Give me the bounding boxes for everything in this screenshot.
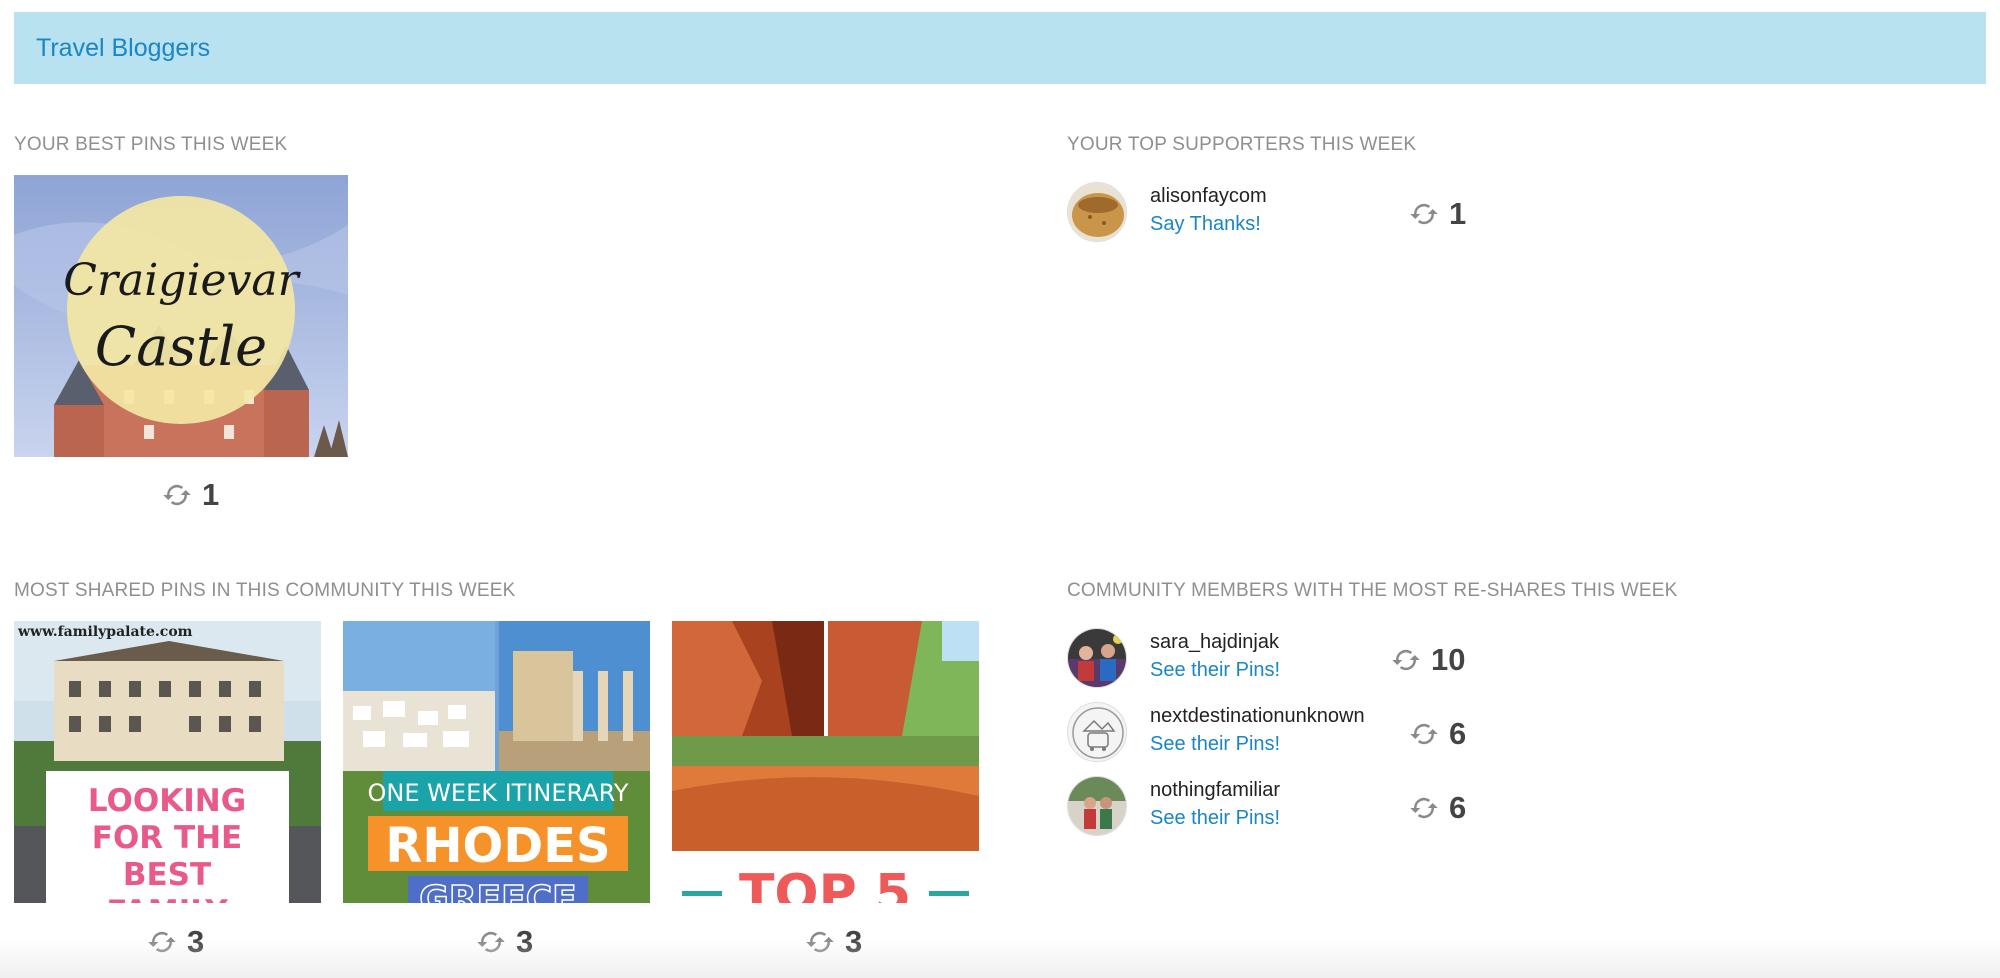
- pin-text-line1: TOP 5: [739, 864, 911, 903]
- pin-text-line2: FOR THE: [92, 820, 242, 856]
- most-shared-title: MOST SHARED PINS IN THIS COMMUNITY THIS …: [14, 580, 516, 601]
- reshare-icon: [476, 927, 506, 957]
- pin-text-line1: Craigievar: [63, 255, 301, 306]
- avatar[interactable]: [1067, 628, 1127, 688]
- pin-site-text: www.familypalate.com: [17, 624, 193, 640]
- reshare-number: 3: [516, 924, 534, 959]
- pin-text-line2: RHODES: [385, 818, 610, 874]
- reshare-icon: [162, 480, 192, 510]
- pin-text-line1: LOOKING: [88, 783, 246, 819]
- pin-image: www.familypalate.com LOOKING FOR THE BES…: [14, 621, 321, 903]
- community-members-title: COMMUNITY MEMBERS WITH THE MOST RE-SHARE…: [1067, 580, 1678, 601]
- reshare-icon: [147, 927, 177, 957]
- pin-image: Craigievar Castle: [14, 175, 348, 457]
- shared-pin-reshare-count: 3: [147, 924, 204, 960]
- avatar[interactable]: [1067, 776, 1127, 836]
- top-supporters-title: YOUR TOP SUPPORTERS THIS WEEK: [1067, 134, 1417, 155]
- pin-image: TOP 5: [672, 621, 979, 903]
- see-pins-link[interactable]: See their Pins!: [1150, 733, 1280, 756]
- community-title[interactable]: Travel Bloggers: [36, 34, 210, 63]
- best-pins-title: YOUR BEST PINS THIS WEEK: [14, 134, 288, 155]
- pin-image: ONE WEEK ITINERARY RHODES GREECE: [343, 621, 650, 903]
- reshare-icon: [1409, 199, 1439, 229]
- member-name[interactable]: nextdestinationunknown: [1150, 705, 1365, 728]
- member-name[interactable]: nothingfamiliar: [1150, 779, 1280, 802]
- pin-text-line4: FAMILY: [106, 894, 228, 903]
- reshare-number: 6: [1449, 716, 1467, 751]
- reshare-number: 10: [1431, 642, 1466, 677]
- reshare-number: 3: [845, 924, 863, 959]
- reshare-number: 1: [202, 477, 220, 512]
- reshare-number: 6: [1449, 790, 1467, 825]
- avatar[interactable]: [1067, 182, 1127, 242]
- pin-text-line3: BEST: [123, 857, 211, 893]
- avatar[interactable]: [1067, 702, 1127, 762]
- pin-text-line1: ONE WEEK ITINERARY: [368, 779, 629, 807]
- best-pin-craigievar[interactable]: Craigievar Castle: [14, 175, 348, 457]
- see-pins-link[interactable]: See their Pins!: [1150, 659, 1280, 682]
- shared-pin-top5[interactable]: TOP 5: [672, 621, 979, 903]
- community-header: Travel Bloggers: [14, 12, 1986, 84]
- reshare-icon: [1409, 719, 1439, 749]
- best-pin-reshare-count: 1: [162, 477, 219, 513]
- see-pins-link[interactable]: See their Pins!: [1150, 807, 1280, 830]
- reshare-icon: [1391, 645, 1421, 675]
- reshare-number: 1: [1449, 196, 1467, 231]
- member-name[interactable]: sara_hajdinjak: [1150, 631, 1279, 654]
- shared-pin-reshare-count: 3: [805, 924, 862, 960]
- bottom-shadow: [0, 938, 2000, 978]
- pin-text-line2: Castle: [95, 315, 267, 378]
- reshare-icon: [1409, 793, 1439, 823]
- shared-pin-family[interactable]: www.familypalate.com LOOKING FOR THE BES…: [14, 621, 321, 903]
- say-thanks-link[interactable]: Say Thanks!: [1150, 213, 1261, 236]
- shared-pin-reshare-count: 3: [476, 924, 533, 960]
- supporter-reshare-count: 1: [1409, 196, 1466, 232]
- pin-text-line3: GREECE: [419, 879, 576, 903]
- reshare-number: 3: [187, 924, 205, 959]
- shared-pin-rhodes[interactable]: ONE WEEK ITINERARY RHODES GREECE: [343, 621, 650, 903]
- member-reshare-count: 6: [1409, 790, 1466, 826]
- supporter-name[interactable]: alisonfaycom: [1150, 185, 1267, 208]
- reshare-icon: [805, 927, 835, 957]
- member-reshare-count: 10: [1391, 642, 1465, 678]
- member-reshare-count: 6: [1409, 716, 1466, 752]
